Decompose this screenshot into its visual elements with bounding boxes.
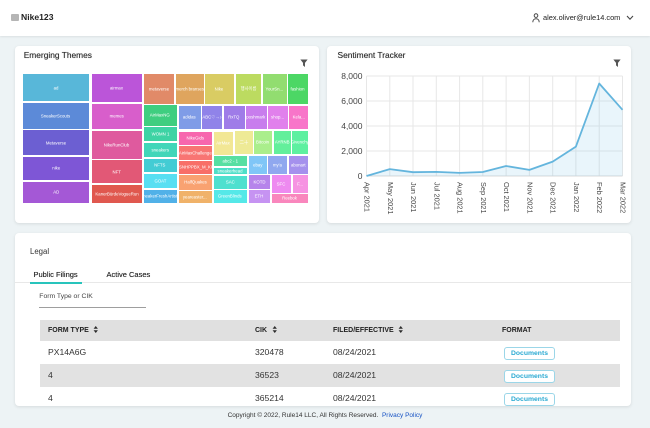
svg-text:4,000: 4,000 [341,121,363,131]
svg-text:Aug 2021: Aug 2021 [455,182,464,214]
svg-text:6,000: 6,000 [341,96,363,106]
svg-text:May 2021: May 2021 [385,182,394,214]
svg-text:Nov 2021: Nov 2021 [525,182,534,214]
svg-text:Oct 2021: Oct 2021 [502,182,511,212]
svg-text:2,000: 2,000 [341,146,363,156]
svg-text:Jul 2021: Jul 2021 [432,182,441,210]
svg-text:Jan 2022: Jan 2022 [571,182,580,212]
svg-text:Apr 2021: Apr 2021 [362,182,371,212]
svg-text:Dec 2021: Dec 2021 [548,182,557,214]
svg-text:0: 0 [357,171,362,181]
svg-text:8,000: 8,000 [341,71,363,81]
svg-text:Mar 2022: Mar 2022 [618,182,627,213]
svg-text:Sep 2021: Sep 2021 [478,182,487,214]
svg-text:Feb 2022: Feb 2022 [595,182,604,213]
svg-text:Jun 2021: Jun 2021 [409,182,418,212]
